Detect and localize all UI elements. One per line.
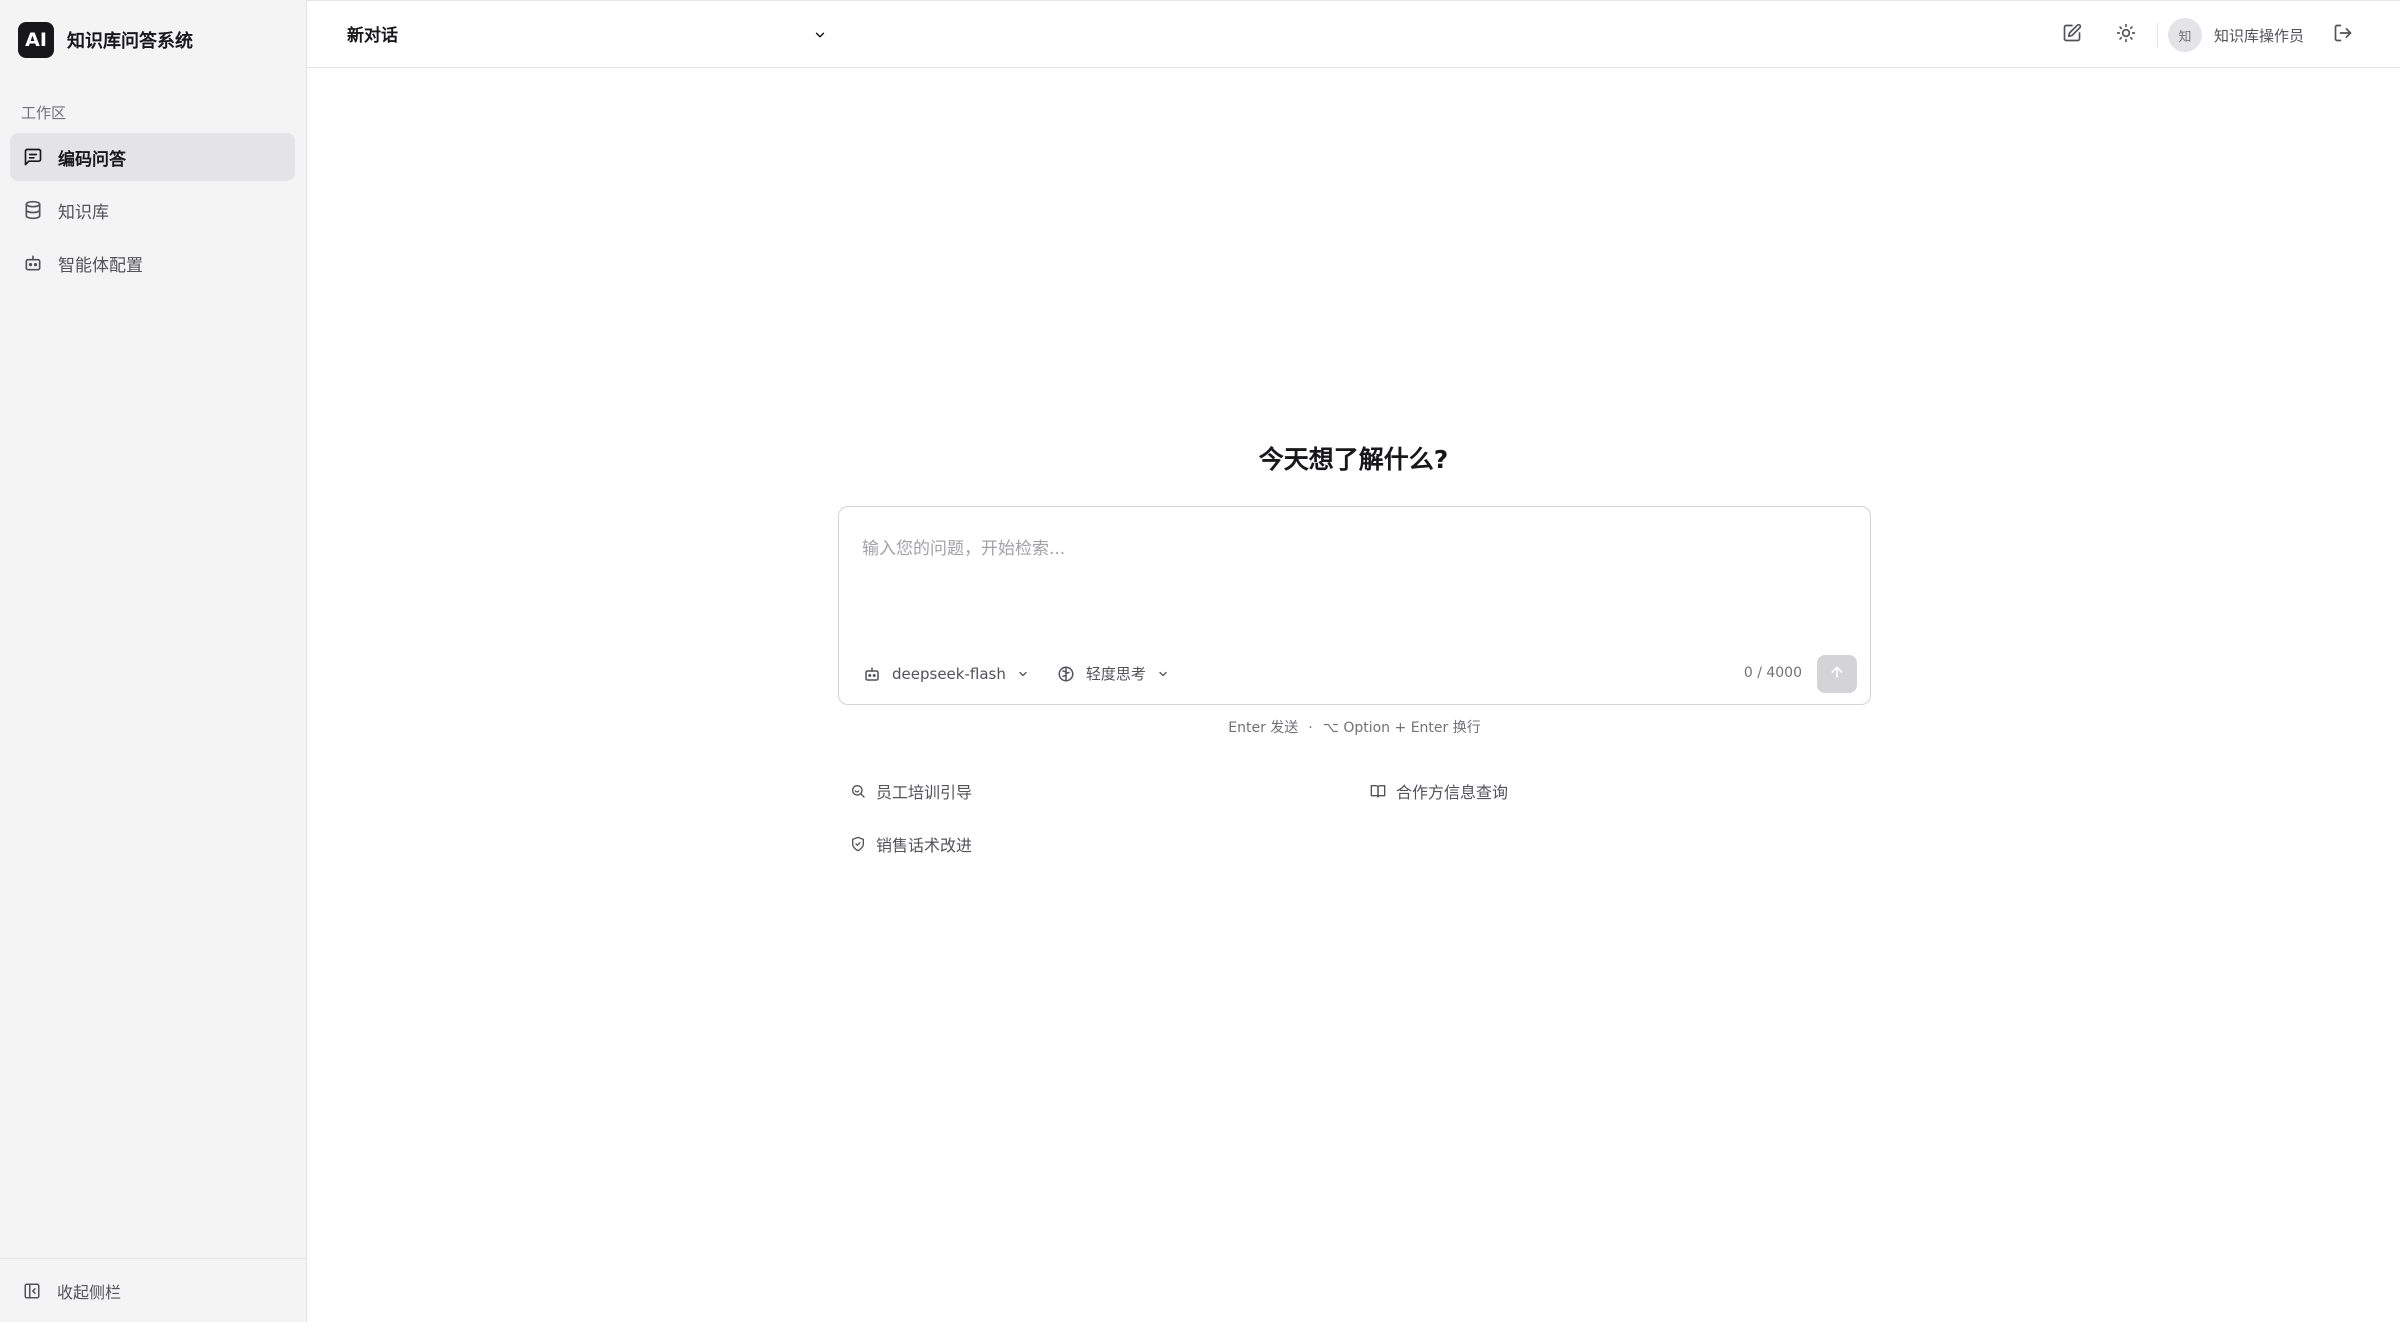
brand-logo: AI: [18, 22, 54, 58]
sidebar-item-agent-config[interactable]: 智能体配置: [10, 239, 295, 287]
sidebar-nav: 编码问答 知识库 智能体配置: [10, 133, 295, 292]
sidebar-item-label: 知识库: [58, 202, 109, 223]
section-label-workspace: 工作区: [21, 104, 67, 122]
chevron-down-icon: [1017, 668, 1029, 680]
suggestion-label: 销售话术改进: [876, 836, 973, 855]
topbar-divider: [2156, 23, 2158, 47]
sun-icon: [2116, 23, 2136, 47]
collapse-sidebar-label: 收起侧栏: [57, 1282, 122, 1302]
send-button[interactable]: [1817, 655, 1857, 693]
topbar: 新对话 知 知识库操作员: [307, 0, 2400, 68]
thinking-mode-selector[interactable]: 轻度思考: [1057, 663, 1169, 684]
brand[interactable]: AI 知识库问答系统: [18, 22, 193, 58]
brand-name: 知识库问答系统: [67, 31, 193, 52]
bot-icon: [23, 253, 43, 273]
thinking-label: 轻度思考: [1085, 665, 1146, 683]
suggestion-employee-training[interactable]: 员工培训引导: [850, 779, 972, 803]
logout-button[interactable]: [2326, 18, 2360, 52]
sidebar-item-knowledge-base[interactable]: 知识库: [10, 186, 295, 234]
collapse-sidebar-button[interactable]: 收起侧栏: [0, 1258, 306, 1322]
suggestion-sales-script[interactable]: 销售话术改进: [850, 832, 972, 856]
edit-icon: [2062, 23, 2082, 47]
sidebar-collapse-icon: [23, 1282, 41, 1300]
chevron-down-icon: [1157, 668, 1169, 680]
new-chat-button[interactable]: [2055, 18, 2089, 52]
shield-check-icon: [850, 836, 866, 852]
user-name: 知识库操作员: [2213, 26, 2304, 45]
page-title: 今天想了解什么?: [1258, 445, 1449, 474]
hint-newline: ⌥ Option + Enter 换行: [1322, 720, 1481, 736]
suggestion-label: 合作方信息查询: [1396, 783, 1509, 802]
database-icon: [23, 200, 43, 220]
suggestion-partner-info[interactable]: 合作方信息查询: [1370, 779, 1508, 803]
character-counter: 0 / 4000: [1743, 665, 1802, 681]
brain-icon: [1057, 665, 1075, 683]
hint-separator: ·: [1308, 720, 1313, 736]
hint-send: Enter 发送: [1228, 720, 1299, 736]
model-label: deepseek-flash: [892, 664, 1006, 683]
chat-icon: [23, 147, 43, 167]
suggestion-label: 员工培训引导: [876, 783, 973, 802]
conversation-selector[interactable]: 新对话: [347, 21, 398, 46]
search-icon: [850, 783, 866, 799]
theme-toggle-button[interactable]: [2109, 18, 2143, 52]
topbar-actions: 知 知识库操作员: [2055, 18, 2360, 52]
main-panel: 新对话 知 知识库操作员 今天想了解什么? 输入您的问题，开始检索... dee…: [307, 0, 2400, 1322]
bot-icon: [863, 665, 881, 683]
sidebar-item-label: 编码问答: [58, 149, 126, 170]
sidebar-item-label: 智能体配置: [58, 255, 143, 276]
question-input[interactable]: [862, 539, 1842, 559]
arrow-up-icon: [1829, 664, 1845, 684]
composer-tools: deepseek-flash 轻度思考: [863, 663, 1197, 684]
sidebar: AI 知识库问答系统 工作区 编码问答 知识库 智能体配置 收起侧栏: [0, 0, 307, 1322]
logout-icon: [2333, 23, 2353, 47]
book-icon: [1370, 783, 1386, 799]
chevron-down-icon[interactable]: [813, 27, 827, 41]
avatar[interactable]: 知: [2167, 18, 2202, 52]
app-window: AI 知识库问答系统 工作区 编码问答 知识库 智能体配置 收起侧栏 新对话 知…: [0, 0, 2400, 1322]
sidebar-item-qa[interactable]: 编码问答: [10, 133, 295, 181]
conversation-title: 新对话: [347, 26, 398, 46]
model-selector[interactable]: deepseek-flash: [863, 665, 1029, 683]
chat-composer: deepseek-flash 轻度思考 0 / 4000: [838, 506, 1871, 705]
keyboard-hint: Enter 发送 · ⌥ Option + Enter 换行: [838, 717, 1871, 737]
